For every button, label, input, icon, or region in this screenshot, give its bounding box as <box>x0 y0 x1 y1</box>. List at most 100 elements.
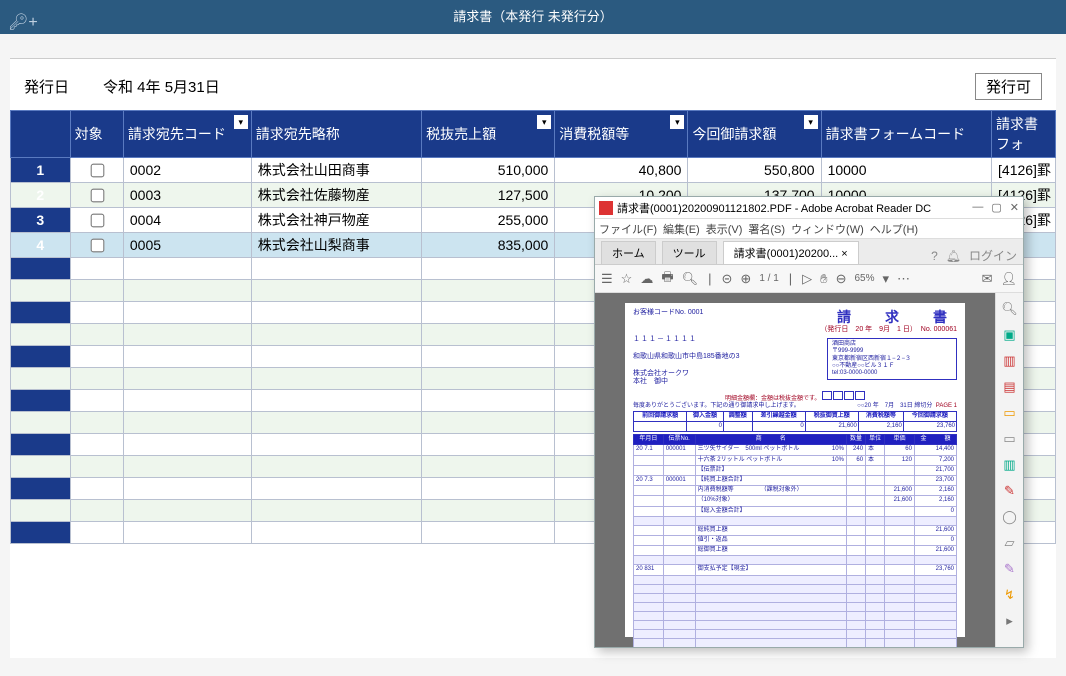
invoice-document: お客様コードNo. 0001 請 求 書 （発行日 20 年 9月 1 日） N… <box>625 303 965 637</box>
export-pdf-icon[interactable]: ▣ <box>1003 327 1015 343</box>
target-checkbox-cell <box>70 208 123 233</box>
col-target[interactable]: 対象 <box>70 111 123 158</box>
tab-document[interactable]: 請求書(0001)20200... × <box>723 241 859 264</box>
col-form2[interactable]: 請求書フォ <box>992 111 1056 158</box>
bell-icon[interactable]: 🔔︎ <box>946 249 961 263</box>
cell-tax[interactable]: 40,800 <box>555 158 688 183</box>
cell-net[interactable]: 255,000 <box>422 208 555 233</box>
cell-code[interactable]: 0005 <box>123 233 251 258</box>
menu-item[interactable]: 署名(S) <box>748 221 785 237</box>
reader-menu-bar[interactable]: ファイル(F) 編集(E) 表示(V) 署名(S) ウィンドウ(W) ヘルプ(H) <box>595 219 1023 239</box>
target-checkbox[interactable] <box>90 188 104 202</box>
table-row[interactable]: 1 0002株式会社山田商事510,00040,800550,80010000[4… <box>11 158 1056 183</box>
close-button[interactable]: ✕ <box>1010 201 1019 214</box>
cell-name[interactable]: 株式会社山梨商事 <box>251 233 421 258</box>
row-number: 3 <box>11 208 71 233</box>
col-form[interactable]: 請求書フォームコード <box>821 111 991 158</box>
search-icon[interactable]: 🔍︎ <box>682 271 699 287</box>
tab-home[interactable]: ホーム <box>601 241 656 264</box>
menu-item[interactable]: 編集(E) <box>663 221 700 237</box>
app-title: 請求書（本発行 未発行分） <box>453 9 613 24</box>
issue-date-value[interactable]: 令和 4年 5月31日 <box>103 76 220 97</box>
print-icon[interactable]: 🖶︎ <box>661 268 673 290</box>
compress-icon[interactable]: ▱ <box>1005 535 1015 551</box>
document-viewport[interactable]: お客様コードNo. 0001 請 求 書 （発行日 20 年 9月 1 日） N… <box>595 293 995 647</box>
cell-code[interactable]: 0003 <box>123 183 251 208</box>
row-number: 2 <box>11 183 71 208</box>
menu-item[interactable]: ファイル(F) <box>599 221 657 237</box>
cell-total[interactable]: 550,800 <box>688 158 821 183</box>
target-checkbox[interactable] <box>90 163 104 177</box>
invoice-summary-table: 前回御請求額御入金額調整額差引繰越金額税抜御買上額消費税額等今回御請求額 002… <box>633 411 957 432</box>
redact-icon[interactable]: ✎ <box>1004 483 1015 499</box>
row-number: 4 <box>11 233 71 258</box>
create-pdf-icon[interactable]: ▤ <box>1003 379 1015 395</box>
cell-net[interactable]: 127,500 <box>422 183 555 208</box>
cell-name[interactable]: 株式会社佐藤物産 <box>251 183 421 208</box>
zoom-in-icon[interactable]: 🔍︎ <box>1001 301 1018 317</box>
cloud-upload-icon[interactable]: ☁ <box>640 271 653 287</box>
cell-form2[interactable]: [4126]罫 <box>992 158 1056 183</box>
app-title-bar: 🔑︎+ 請求書（本発行 未発行分） <box>0 0 1066 34</box>
col-rownum <box>11 111 71 158</box>
hand-icon[interactable]: ✋︎ <box>820 271 827 287</box>
prev-page-icon[interactable]: ⊝ <box>722 271 733 287</box>
combine-icon[interactable]: ▭ <box>1003 431 1015 447</box>
tab-tools[interactable]: ツール <box>662 241 717 264</box>
menu-item[interactable]: 表示(V) <box>706 221 743 237</box>
fill-sign-icon[interactable]: ✎ <box>1004 561 1015 577</box>
maximize-button[interactable]: ▢ <box>991 201 1001 214</box>
cell-net[interactable]: 835,000 <box>422 233 555 258</box>
cell-net[interactable]: 510,000 <box>422 158 555 183</box>
zoom-level[interactable]: 65% <box>855 273 875 284</box>
col-name[interactable]: 請求宛先略称 <box>251 111 421 158</box>
target-checkbox[interactable] <box>90 238 104 252</box>
collapse-icon[interactable]: ▸ <box>1006 613 1013 629</box>
pdf-reader-window[interactable]: 請求書(0001)20200901121802.PDF - Adobe Acro… <box>594 196 1024 648</box>
mail-icon[interactable]: ✉︎ <box>982 271 993 287</box>
reader-right-sidebar: 🔍︎ ▣ ▥ ▤ ▭ ▭ ▥ ✎ ◯ ▱ ✎ ↯ ▸ <box>995 293 1023 647</box>
organize-icon[interactable]: ▥ <box>1003 457 1015 473</box>
zoom-out-icon[interactable]: ⊖ <box>836 271 847 287</box>
more-tools-icon[interactable]: ↯ <box>1004 587 1015 603</box>
more-icon[interactable]: ⋯ <box>897 271 910 287</box>
cell-form[interactable]: 10000 <box>821 158 991 183</box>
reader-window-title: 請求書(0001)20200901121802.PDF - Adobe Acro… <box>617 200 931 216</box>
cell-name[interactable]: 株式会社神戸物産 <box>251 208 421 233</box>
share-icon[interactable]: 👤︎ <box>1000 271 1017 287</box>
minimize-button[interactable]: — <box>972 201 983 214</box>
row-number: 1 <box>11 158 71 183</box>
pointer-icon[interactable]: ▷ <box>802 271 812 287</box>
issue-date-label: 発行日 <box>24 76 69 97</box>
key-icon: 🔑︎+ <box>8 6 38 40</box>
page-indicator[interactable]: 1 / 1 <box>759 273 778 284</box>
dropdown-icon[interactable]: ▾ <box>234 115 248 129</box>
star-icon[interactable]: ☆ <box>621 271 633 287</box>
next-page-icon[interactable]: ⊕ <box>740 271 751 287</box>
dropdown-icon[interactable]: ▾ <box>804 115 818 129</box>
acrobat-icon <box>599 201 613 215</box>
dropdown-icon[interactable]: ▾ <box>537 115 551 129</box>
cell-code[interactable]: 0002 <box>123 158 251 183</box>
col-net[interactable]: 税抜売上額▾ <box>422 111 555 158</box>
cell-name[interactable]: 株式会社山田商事 <box>251 158 421 183</box>
col-tax[interactable]: 消費税額等▾ <box>555 111 688 158</box>
cell-code[interactable]: 0004 <box>123 208 251 233</box>
menu-item[interactable]: ウィンドウ(W) <box>791 221 864 237</box>
protect-icon[interactable]: ◯ <box>1002 509 1017 525</box>
reader-tabs: ホーム ツール 請求書(0001)20200... × ? 🔔︎ ログイン <box>595 239 1023 265</box>
edit-pdf-icon[interactable]: ▥ <box>1003 353 1015 369</box>
dropdown-icon[interactable]: ▾ <box>670 115 684 129</box>
login-link[interactable]: ログイン <box>969 247 1017 264</box>
issue-button[interactable]: 発行可 <box>975 73 1042 100</box>
issue-row: 発行日 令和 4年 5月31日 発行可 <box>10 69 1056 110</box>
reader-title-bar[interactable]: 請求書(0001)20200901121802.PDF - Adobe Acro… <box>595 197 1023 219</box>
col-code[interactable]: 請求宛先コード▾ <box>123 111 251 158</box>
menu-item[interactable]: ヘルプ(H) <box>870 221 918 237</box>
target-checkbox[interactable] <box>90 213 104 227</box>
col-total[interactable]: 今回御請求額▾ <box>688 111 821 158</box>
comment-icon[interactable]: ▭ <box>1003 405 1015 421</box>
help-icon[interactable]: ? <box>931 249 938 263</box>
invoice-title: 請 求 書 <box>820 309 957 326</box>
sidebar-toggle-icon[interactable]: ☰ <box>601 271 613 287</box>
